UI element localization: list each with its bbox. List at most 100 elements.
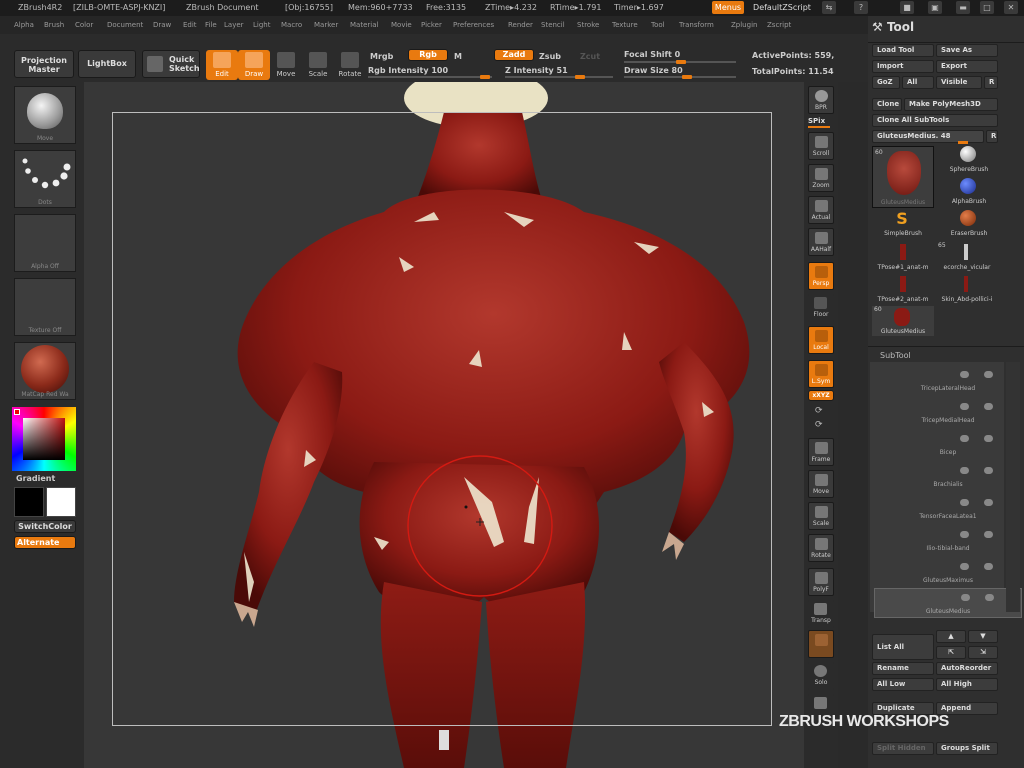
clone-button[interactable]: Clone (872, 98, 902, 111)
eye-icon[interactable] (984, 403, 993, 410)
texture-thumbnail[interactable]: Texture Off (14, 278, 76, 336)
floor-button[interactable]: Floor (808, 294, 834, 322)
all-high-button[interactable]: All High (936, 678, 998, 691)
minimize-icon[interactable]: ▬ (956, 1, 970, 14)
menu-item[interactable]: Transform (679, 21, 714, 29)
local-button[interactable]: Local (808, 326, 834, 354)
subtool-row[interactable]: TricepMedialHead (874, 398, 1022, 428)
goz-button[interactable]: GoZ (872, 76, 900, 89)
menu-item[interactable]: Texture (612, 21, 638, 29)
quick-sketch-button[interactable]: Quick Sketch (142, 50, 200, 78)
mrgb-toggle[interactable]: Mrgb (370, 52, 393, 61)
menu-item[interactable]: Marker (314, 21, 338, 29)
menu-item[interactable]: Alpha (14, 21, 34, 29)
color-sv-square[interactable] (23, 418, 65, 460)
slider-knob[interactable] (676, 60, 686, 64)
eye-icon[interactable] (984, 531, 993, 538)
arrows-icon[interactable]: ⇆ (822, 1, 836, 14)
slider-knob[interactable] (480, 75, 490, 79)
move-view-button[interactable]: Move (808, 470, 834, 498)
tool-title[interactable]: ⚒ Tool (872, 20, 914, 34)
clone-all-subtools-button[interactable]: Clone All SubTools (872, 114, 998, 127)
color-picker[interactable] (12, 407, 76, 471)
switch-color-button[interactable]: SwitchColor (14, 520, 76, 533)
projection-master-button[interactable]: Projection Master (14, 50, 74, 78)
rotate-button[interactable]: Rotate (334, 50, 366, 80)
subtool-scrollbar[interactable] (1006, 362, 1020, 612)
visible-button[interactable]: Visible (936, 76, 982, 89)
z-intensity-slider[interactable] (505, 75, 613, 79)
menu-item[interactable]: Tool (651, 21, 665, 29)
menu-item[interactable]: File (205, 21, 217, 29)
tool-thumb-tpose2[interactable]: TPose#2_anat-m (872, 274, 934, 304)
edit-button[interactable]: Edit (206, 50, 238, 80)
rgb-intensity-slider[interactable] (368, 75, 492, 79)
tool-thumb-ecorche[interactable]: 65 ecorche_vicular (936, 242, 998, 272)
solo-button[interactable]: Solo (808, 662, 834, 690)
tool-thumb-gluteus-small[interactable]: 60 GluteusMedius (872, 306, 934, 336)
brush-thumbnail[interactable]: Move (14, 86, 76, 144)
rotate-view-button[interactable]: Rotate (808, 534, 834, 562)
move-up-button[interactable]: ▲ (936, 630, 966, 643)
scroll-button[interactable]: Scroll (808, 132, 834, 160)
goz-r-button[interactable]: R (984, 76, 998, 89)
lsym-button[interactable]: L.Sym (808, 360, 834, 388)
menu-item[interactable]: Document (107, 21, 143, 29)
menu-item[interactable]: Layer (224, 21, 244, 29)
rotate-y-icon[interactable]: ⟳ (815, 406, 827, 416)
menus-button[interactable]: Menus (712, 1, 744, 14)
rotate-z-icon[interactable]: ⟳ (815, 420, 827, 430)
tool-thumb-tpose1[interactable]: TPose#1_anat-m (872, 242, 934, 272)
menu-item[interactable]: Draw (153, 21, 171, 29)
subtool-toggle[interactable] (960, 563, 969, 570)
subtool-row[interactable]: TensorFaceaLatea1 (874, 494, 1022, 524)
move-bottom-button[interactable]: ⇲ (968, 646, 998, 659)
xyz-button[interactable]: xXYZ (808, 390, 834, 401)
subtool-row[interactable]: GluteusMaximus (874, 558, 1022, 588)
menu-item[interactable]: Stroke (577, 21, 599, 29)
menu-item[interactable]: Color (75, 21, 93, 29)
zoom-button[interactable]: Zoom (808, 164, 834, 192)
menu-item[interactable]: Preferences (453, 21, 494, 29)
eye-icon[interactable] (984, 499, 993, 506)
current-r-button[interactable]: R (986, 130, 998, 143)
lock-icon[interactable]: ▣ (928, 1, 942, 14)
aahalf-button[interactable]: AAHalf (808, 228, 834, 256)
split-hidden-button[interactable]: Split Hidden (872, 742, 934, 755)
export-button[interactable]: Export (936, 60, 998, 73)
eye-icon[interactable] (984, 467, 993, 474)
subtool-row[interactable]: Bicep (874, 430, 1022, 460)
frame-button[interactable]: Frame (808, 438, 834, 466)
rgb-toggle[interactable]: Rgb (408, 49, 448, 61)
zadd-toggle[interactable]: Zadd (494, 49, 534, 61)
focal-shift-slider[interactable] (624, 60, 736, 64)
groups-split-button[interactable]: Groups Split (936, 742, 998, 755)
subtool-toggle[interactable] (960, 499, 969, 506)
bpr-button[interactable]: BPR (808, 86, 834, 114)
autoreorder-button[interactable]: AutoReorder (936, 662, 998, 675)
menu-item[interactable]: Stencil (541, 21, 565, 29)
load-tool-button[interactable]: Load Tool (872, 44, 934, 57)
tool-thumb-skin-abd[interactable]: Skin_Abd-pollici-i (936, 274, 998, 304)
eye-icon[interactable] (984, 435, 993, 442)
subtool-toggle[interactable] (960, 531, 969, 538)
draw-button[interactable]: Draw (238, 50, 270, 80)
m-toggle[interactable]: M (454, 52, 462, 61)
subtool-row-selected[interactable]: GluteusMedius (874, 588, 1022, 618)
subtool-toggle[interactable] (960, 403, 969, 410)
scale-view-button[interactable]: Scale (808, 502, 834, 530)
zcut-toggle[interactable]: Zcut (580, 52, 600, 61)
scale-button[interactable]: Scale (302, 50, 334, 80)
subtool-row[interactable]: Ilio-tibial-band (874, 526, 1022, 556)
menu-item[interactable]: Zscript (767, 21, 791, 29)
menu-item[interactable]: Macro (281, 21, 302, 29)
menu-item[interactable]: Render (508, 21, 533, 29)
subtool-row[interactable]: TricepLateralHead (874, 366, 1022, 396)
stroke-thumbnail[interactable]: Dots (14, 150, 76, 208)
close-icon[interactable]: ✕ (1004, 1, 1018, 14)
spix-slider[interactable] (808, 126, 830, 128)
import-button[interactable]: Import (872, 60, 934, 73)
subtool-title[interactable]: SubTool (880, 351, 911, 360)
subtool-toggle[interactable] (961, 594, 970, 601)
menu-item[interactable]: Brush (44, 21, 64, 29)
